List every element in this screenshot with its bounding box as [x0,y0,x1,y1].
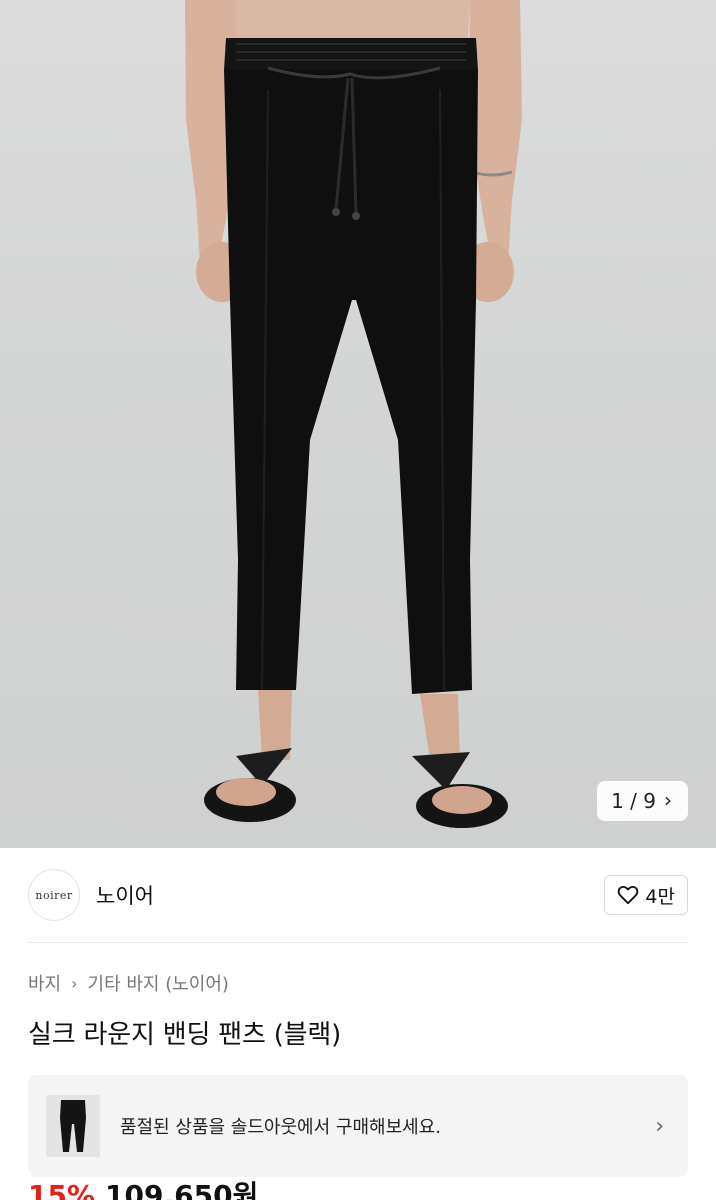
product-image[interactable]: 1 / 9 › [0,0,716,848]
breadcrumb-item-subcategory[interactable]: 기타 바지 (노이어) [88,970,229,996]
breadcrumb: 바지 › 기타 바지 (노이어) [28,970,229,996]
brand-logo-text: noirer [35,888,73,902]
brand-name[interactable]: 노이어 [96,880,154,910]
divider [28,942,688,943]
breadcrumb-item-category[interactable]: 바지 [28,970,61,996]
soldout-banner-text: 품절된 상품을 솔드아웃에서 구매해보세요. [120,1117,441,1138]
chevron-right-icon: › [71,973,78,993]
product-photo-illustration [185,0,522,828]
soldout-banner[interactable]: 품절된 상품을 솔드아웃에서 구매해보세요. › [28,1075,688,1177]
product-title: 실크 라운지 밴딩 팬츠 (블랙) [28,1020,342,1050]
image-counter-label: 1 / 9 [611,789,656,813]
like-count: 4만 [645,885,675,908]
chevron-right-icon: › [655,1113,664,1139]
like-button[interactable]: 4만 [604,875,688,915]
price-row: 15% 109,650원 [28,1174,258,1200]
discount-rate: 15% [28,1179,96,1200]
brand-row: noirer 노이어 4만 [0,848,716,942]
chevron-right-icon: › [664,788,672,812]
sale-price: 109,650원 [105,1179,259,1200]
banner-product-thumbnail [46,1095,100,1157]
heart-icon [618,885,639,905]
image-counter[interactable]: 1 / 9 › [597,781,688,821]
brand-logo[interactable]: noirer [28,869,80,921]
product-page: 1 / 9 › noirer 노이어 4만 바지 › 기타 바지 (노이어) 실… [0,0,716,1200]
